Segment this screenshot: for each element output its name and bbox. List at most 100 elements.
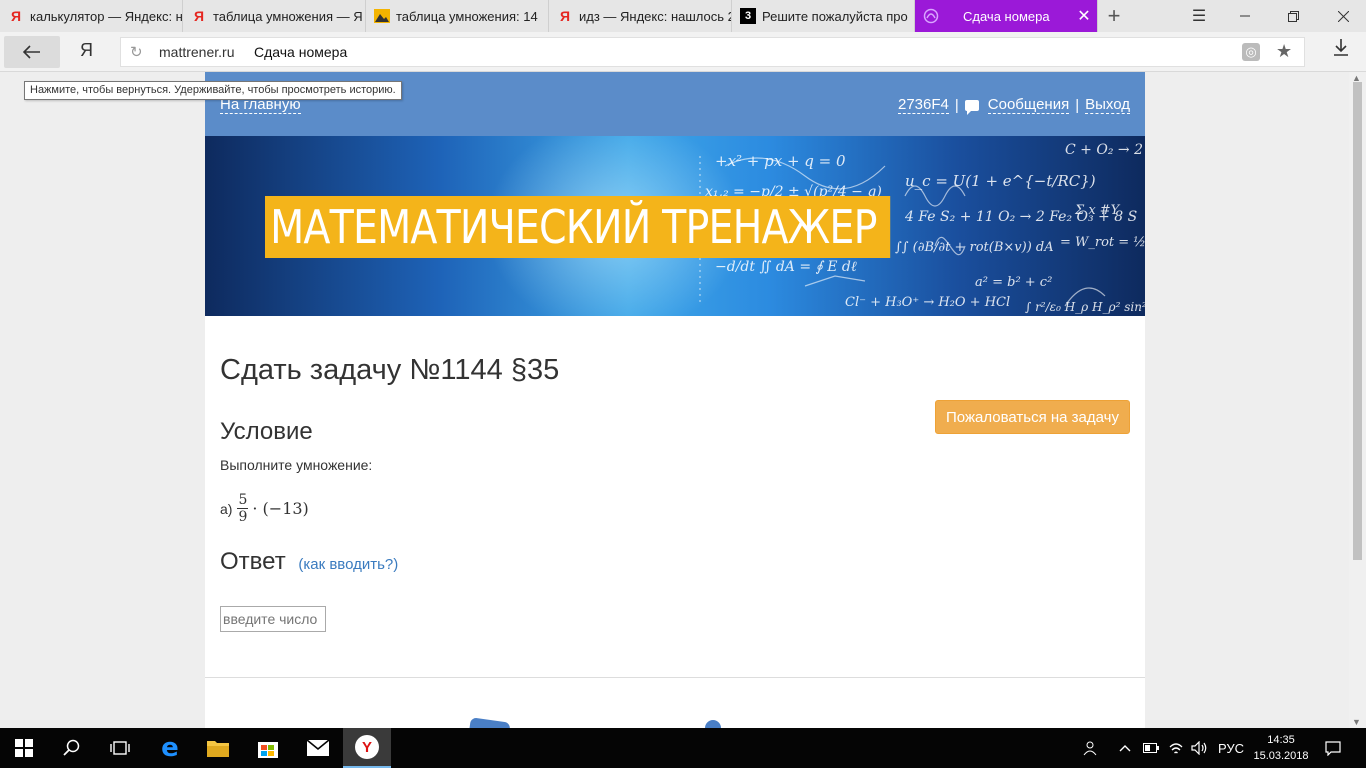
tab-label: Решите пожалуйста про [762, 8, 908, 24]
task-expression: а) 5 9 · (−13) [220, 492, 309, 525]
edge-button[interactable]: e [146, 728, 194, 768]
tab-label: Сдача номера [963, 8, 1050, 24]
tab-idz-search[interactable]: Я идз — Яндекс: нашлось 2 [549, 0, 732, 32]
page-content: На главную 2736F4 | Сообщения | Выход +x… [205, 72, 1145, 728]
new-tab-button[interactable]: + [1100, 0, 1128, 32]
site-banner: +x² + px + q = 0 x₁,₂ = −p/2 ± √(p²/4 − … [205, 136, 1145, 316]
minimize-icon[interactable] [1222, 0, 1268, 32]
tab-label: таблица умножения: 14 [396, 8, 538, 24]
expression-rest: · (−13) [252, 499, 309, 518]
answer-input[interactable] [220, 606, 326, 632]
address-bar[interactable]: ↻ mattrener.ru Сдача номера ◎ ★ [120, 37, 1305, 67]
svg-text:= W_rot = ½ J ω²: = W_rot = ½ J ω² [1060, 235, 1145, 250]
user-links: 2736F4 | Сообщения | Выход [898, 96, 1130, 115]
user-id-link[interactable]: 2736F4 [898, 96, 949, 114]
svg-text:Cl⁻ + H₃O⁺ → H₂O + HCl: Cl⁻ + H₃O⁺ → H₂O + HCl [845, 295, 1010, 310]
wifi-icon[interactable] [1168, 728, 1184, 768]
scrollbar-thumb[interactable] [1353, 82, 1362, 560]
close-tab-icon[interactable]: ✕ [1071, 6, 1097, 26]
item-label: а) [220, 500, 233, 517]
back-button[interactable] [4, 36, 60, 68]
url-domain: mattrener.ru [159, 44, 235, 60]
page-title: Сдать задачу №1144 §35 [220, 354, 560, 386]
fraction: 5 9 [237, 492, 249, 525]
yandex-browser-button[interactable]: Y [343, 728, 391, 768]
separator: | [1075, 96, 1080, 114]
svg-text:a² = b² + c²: a² = b² + c² [975, 275, 1052, 290]
scroll-down-icon[interactable]: ▼ [1352, 717, 1361, 727]
protect-icon[interactable]: ◎ [1242, 43, 1260, 61]
mail-button[interactable] [294, 728, 342, 768]
navigation-bar: Я ↻ mattrener.ru Сдача номера ◎ ★ [0, 32, 1366, 72]
bookmark-star-icon[interactable]: ★ [1276, 41, 1292, 62]
mail-icon [306, 739, 330, 756]
banner-title: МАТЕМАТИЧЕСКИЙ ТРЕНАЖЕР [265, 196, 891, 258]
reload-icon[interactable]: ↻ [130, 43, 143, 61]
svg-text:Σ x #Y: Σ x #Y [1074, 203, 1121, 218]
mattrener-icon [923, 8, 939, 24]
answer-heading: Ответ [220, 548, 286, 575]
image-icon [374, 8, 390, 24]
clock-time: 14:35 [1267, 734, 1295, 746]
tab-bar: Я калькулятор — Яндекс: н Я таблица умно… [0, 0, 1366, 32]
volume-icon[interactable] [1191, 728, 1209, 768]
menu-icon[interactable]: ☰ [1176, 0, 1222, 32]
tab-label: калькулятор — Яндекс: н [30, 8, 182, 24]
fraction-numerator: 5 [237, 492, 249, 509]
chat-icon [964, 99, 979, 115]
yandex-icon: Я [10, 8, 22, 24]
arrow-left-icon [23, 45, 40, 59]
znanija-icon: 3 [740, 8, 756, 24]
svg-text:u_c = U(1 + e^{−t/RC}): u_c = U(1 + e^{−t/RC}) [905, 172, 1096, 190]
tab-calculator[interactable]: Я калькулятор — Яндекс: н [0, 0, 183, 32]
condition-heading: Условие [220, 418, 313, 445]
close-window-icon[interactable] [1320, 0, 1366, 32]
tab-znanija[interactable]: 3 Решите пожалуйста про [732, 0, 915, 32]
logout-link[interactable]: Выход [1085, 96, 1130, 114]
tab-label: идз — Яндекс: нашлось 2 [579, 8, 731, 24]
download-icon[interactable] [1333, 38, 1349, 61]
svg-text:+x² + px + q = 0: +x² + px + q = 0 [715, 152, 846, 170]
language-indicator[interactable]: РУС [1218, 728, 1244, 768]
tab-multiplication-images[interactable]: таблица умножения: 14 [366, 0, 549, 32]
store-button[interactable] [244, 728, 292, 768]
separator: | [954, 96, 959, 114]
fraction-denominator: 9 [238, 509, 248, 525]
yandex-logo-button[interactable]: Я [80, 40, 93, 61]
footer-graphic [705, 720, 721, 728]
answer-heading-row: Ответ (как вводить?) [220, 548, 398, 576]
edge-icon: e [161, 733, 179, 763]
url-page-title: Сдача номера [254, 44, 348, 60]
messages-link[interactable]: Сообщения [987, 96, 1070, 114]
notifications-icon[interactable] [1325, 728, 1341, 768]
task-view-button[interactable] [96, 728, 144, 768]
tab-multiplication-table[interactable]: Я таблица умножения — Я [183, 0, 366, 32]
svg-text:∫∫ (∂B/∂t + rot(B×v)) dA: ∫∫ (∂B/∂t + rot(B×v)) dA [895, 240, 1054, 255]
restore-icon[interactable] [1270, 0, 1316, 32]
yandex-icon: Я [559, 8, 571, 24]
vertical-scrollbar[interactable]: ▲ ▼ [1349, 72, 1366, 728]
svg-text:−d/dt ∬ dA = ∮ E dℓ: −d/dt ∬ dA = ∮ E dℓ [715, 259, 857, 275]
svg-text:∫ r²/ε₀ H_ρ H_ρ² sin²θ dθ dφ: ∫ r²/ε₀ H_ρ H_ρ² sin²θ dθ dφ [1025, 300, 1145, 314]
windows-logo-icon [15, 739, 33, 757]
back-button-tooltip: Нажмите, чтобы вернуться. Удерживайте, ч… [24, 81, 402, 100]
condition-text: Выполните умножение: [220, 457, 373, 473]
how-to-enter-link[interactable]: (как вводить?) [298, 556, 398, 573]
battery-icon[interactable] [1143, 728, 1159, 768]
people-icon[interactable] [1083, 728, 1099, 768]
divider [205, 677, 1145, 678]
tab-label: таблица умножения — Я [213, 8, 363, 24]
system-clock[interactable]: 14:35 15.03.2018 [1252, 732, 1310, 764]
page-viewport: На главную 2736F4 | Сообщения | Выход +x… [0, 72, 1366, 728]
search-icon [63, 739, 80, 756]
search-button[interactable] [48, 728, 96, 768]
complain-button[interactable]: Пожаловаться на задачу [935, 400, 1130, 434]
start-button[interactable] [0, 728, 48, 768]
chevron-up-icon[interactable] [1119, 728, 1131, 768]
file-explorer-button[interactable] [194, 728, 242, 768]
footer-graphic [469, 717, 511, 728]
svg-text:C + O₂ → 2: C + O₂ → 2 [1065, 142, 1143, 158]
windows-taskbar: e Y РУС 14:35 15.03.2018 [0, 728, 1366, 768]
yandex-browser-icon: Y [355, 735, 379, 759]
tab-active-submission[interactable]: Сдача номера ✕ [915, 0, 1098, 32]
